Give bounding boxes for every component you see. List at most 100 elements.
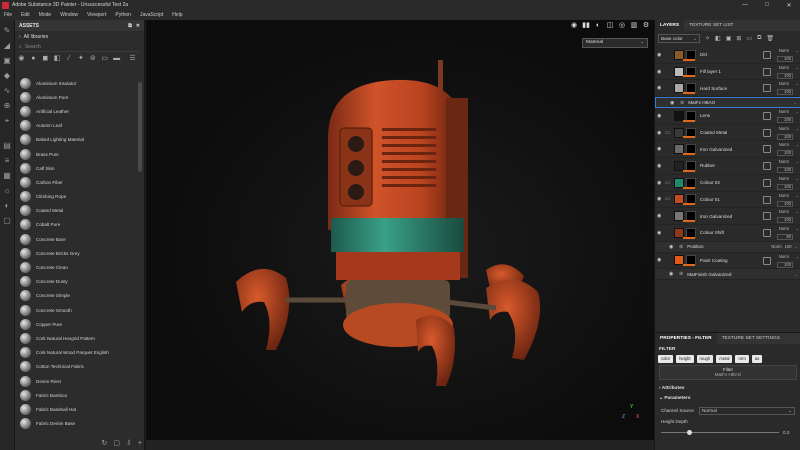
material-item[interactable]: Aluminium Insulator <box>15 76 138 90</box>
layer-opacity[interactable]: 80 <box>777 233 793 240</box>
instance-icon[interactable] <box>763 162 771 171</box>
layer-effect-row[interactable]: ◉ ⊛ Position Norm 100 ⌄ <box>655 241 800 253</box>
layer-blend[interactable]: Norm <box>779 48 789 53</box>
material-item[interactable]: Concrete Dusty <box>15 275 138 289</box>
projection-icon[interactable]: ▣ <box>3 56 12 65</box>
instance-icon[interactable]: ⧉ <box>757 35 761 42</box>
layer-blend[interactable]: Norm <box>779 109 789 114</box>
eye-icon[interactable]: ◉ <box>657 146 665 152</box>
instance-icon[interactable] <box>763 228 771 237</box>
parameters-section[interactable]: ⌄ Parameters <box>655 395 800 405</box>
display-settings-icon[interactable]: ☼ <box>3 186 12 195</box>
menu-help[interactable]: Help <box>172 12 182 18</box>
layer-blend[interactable]: Norm <box>779 81 789 86</box>
bake-icon[interactable]: ▢ <box>3 216 12 225</box>
layer-blend[interactable]: Norm <box>771 244 781 249</box>
eye-icon[interactable]: ◉ <box>657 130 665 136</box>
assets-icon[interactable]: ▤ <box>3 141 12 150</box>
polygon-fill-icon[interactable]: ◆ <box>3 71 12 80</box>
eye-icon[interactable]: ◉ <box>657 180 665 186</box>
material-item[interactable]: Calf Skin <box>15 161 138 175</box>
layer-row[interactable]: ◉ Fill layer 1 Norm ⌄ 100 <box>655 64 800 81</box>
menu-python[interactable]: Python <box>115 12 131 18</box>
tab-texture-set-settings[interactable]: TEXTURE SET SETTINGS <box>717 333 785 344</box>
layer-row[interactable]: ◉ Rubber Norm ⌄ 100 <box>655 158 800 175</box>
eye-icon[interactable]: ◉ <box>657 213 665 219</box>
add-folder-icon[interactable]: ▭ <box>746 35 752 42</box>
scrollbar[interactable] <box>138 82 142 172</box>
menu-edit[interactable]: Edit <box>21 12 30 18</box>
smudge-icon[interactable]: ∿ <box>3 86 12 95</box>
shader-settings-icon[interactable]: ◐ <box>3 201 12 210</box>
add-mask-icon[interactable]: ◧ <box>715 35 721 42</box>
material-item[interactable]: Concrete Bricks Grey <box>15 246 138 260</box>
instance-icon[interactable] <box>763 195 771 204</box>
filter-textures-icon[interactable]: ▭ <box>101 55 108 63</box>
eye-icon[interactable]: ◉ <box>669 271 677 277</box>
filter-filters-icon[interactable]: ⊚ <box>89 55 96 63</box>
eye-icon[interactable]: ◉ <box>657 52 665 58</box>
texture-set-icon[interactable]: ▦ <box>3 171 12 180</box>
chip-nrm[interactable]: nrm <box>735 355 749 363</box>
material-item[interactable]: Concrete Bare <box>15 232 138 246</box>
layer-row[interactable]: ◉ Lens Norm ⌄ 100 <box>655 108 800 125</box>
clone-icon[interactable]: ⊕ <box>3 101 12 110</box>
chevron-down-icon[interactable]: ⌄ <box>796 254 799 259</box>
filter-resource-slot[interactable]: Filter MatFx HBAO <box>659 365 797 380</box>
layer-blend[interactable]: Norm <box>779 226 789 231</box>
eye-icon[interactable]: ◉ <box>657 257 665 263</box>
float-panel-icon[interactable]: ⧉ <box>128 23 132 29</box>
chip-color[interactable]: color <box>658 355 674 363</box>
filter-brushes-icon[interactable]: ⁄ <box>66 55 73 63</box>
eye-icon[interactable]: ◉ <box>669 244 677 250</box>
instance-icon[interactable] <box>763 128 771 137</box>
add-effect-icon[interactable]: ✧ <box>705 35 710 42</box>
layer-blend[interactable]: Norm <box>779 126 789 131</box>
instance-icon[interactable] <box>763 67 771 76</box>
layer-opacity[interactable]: 100 <box>777 200 793 207</box>
layer-blend[interactable]: Norm <box>779 209 789 214</box>
chevron-down-icon[interactable]: ⌄ <box>796 109 799 114</box>
layer-blend[interactable]: Norm <box>779 193 789 198</box>
maximize-button[interactable]: □ <box>756 0 778 10</box>
material-item[interactable]: Fabric Baseball Hat <box>15 402 138 416</box>
chevron-down-icon[interactable]: ⌄ <box>796 65 799 70</box>
material-item[interactable]: Coated Metal <box>15 204 138 218</box>
slider-knob[interactable] <box>686 429 692 435</box>
material-item[interactable]: Fabric Denim Base <box>15 417 138 431</box>
add-fill-icon[interactable]: ▣ <box>726 35 732 42</box>
filter-materials-icon[interactable]: ● <box>30 55 37 63</box>
tab-layers[interactable]: LAYERS <box>655 20 685 31</box>
material-item[interactable]: Aluminium Pure <box>15 90 138 104</box>
material-item[interactable]: Fabric Bamboo <box>15 388 138 402</box>
filter-environments-icon[interactable]: ▬ <box>113 55 120 63</box>
close-panel-icon[interactable]: ✕ <box>136 23 140 29</box>
chip-height[interactable]: height <box>676 355 694 363</box>
layer-blend[interactable]: Norm <box>779 142 789 147</box>
chevron-down-icon[interactable]: ⌄ <box>796 193 799 198</box>
close-button[interactable]: ✕ <box>778 0 800 10</box>
material-item[interactable]: Cork Natural Hexgrid Pattern <box>15 331 138 345</box>
minimize-button[interactable]: — <box>734 0 756 10</box>
layer-row[interactable]: ◉ Iron Galvanized Norm ⌄ 100 <box>655 141 800 159</box>
filter-particles-icon[interactable]: ✦ <box>77 55 84 63</box>
delete-icon[interactable]: 🗑 <box>766 35 774 42</box>
add-icon[interactable]: + <box>138 440 142 447</box>
material-item[interactable]: Copper Pure <box>15 317 138 331</box>
material-item[interactable]: Cotton Technical Fabric <box>15 360 138 374</box>
material-item[interactable]: Concrete Smooth <box>15 303 138 317</box>
eye-icon[interactable]: ◉ <box>657 230 665 236</box>
height-depth-value[interactable]: 0.2 <box>783 430 789 435</box>
instance-icon[interactable] <box>763 112 771 121</box>
eye-icon[interactable]: ◉ <box>657 163 665 169</box>
instance-icon[interactable] <box>763 178 771 187</box>
instance-icon[interactable] <box>763 51 771 59</box>
layer-opacity[interactable]: 100 <box>777 150 793 157</box>
eye-icon[interactable]: ◉ <box>657 113 665 119</box>
layer-opacity[interactable]: 100 <box>777 167 793 174</box>
layer-effect-row[interactable]: ◉ ⊛ MatFinish Galvanized ⌄ <box>655 269 800 281</box>
tab-texture-set-list[interactable]: TEXTURE SET LIST <box>684 20 738 31</box>
menu-viewport[interactable]: Viewport <box>87 12 106 18</box>
instance-icon[interactable] <box>763 84 771 93</box>
chevron-down-icon[interactable]: ⌄ <box>795 244 798 249</box>
